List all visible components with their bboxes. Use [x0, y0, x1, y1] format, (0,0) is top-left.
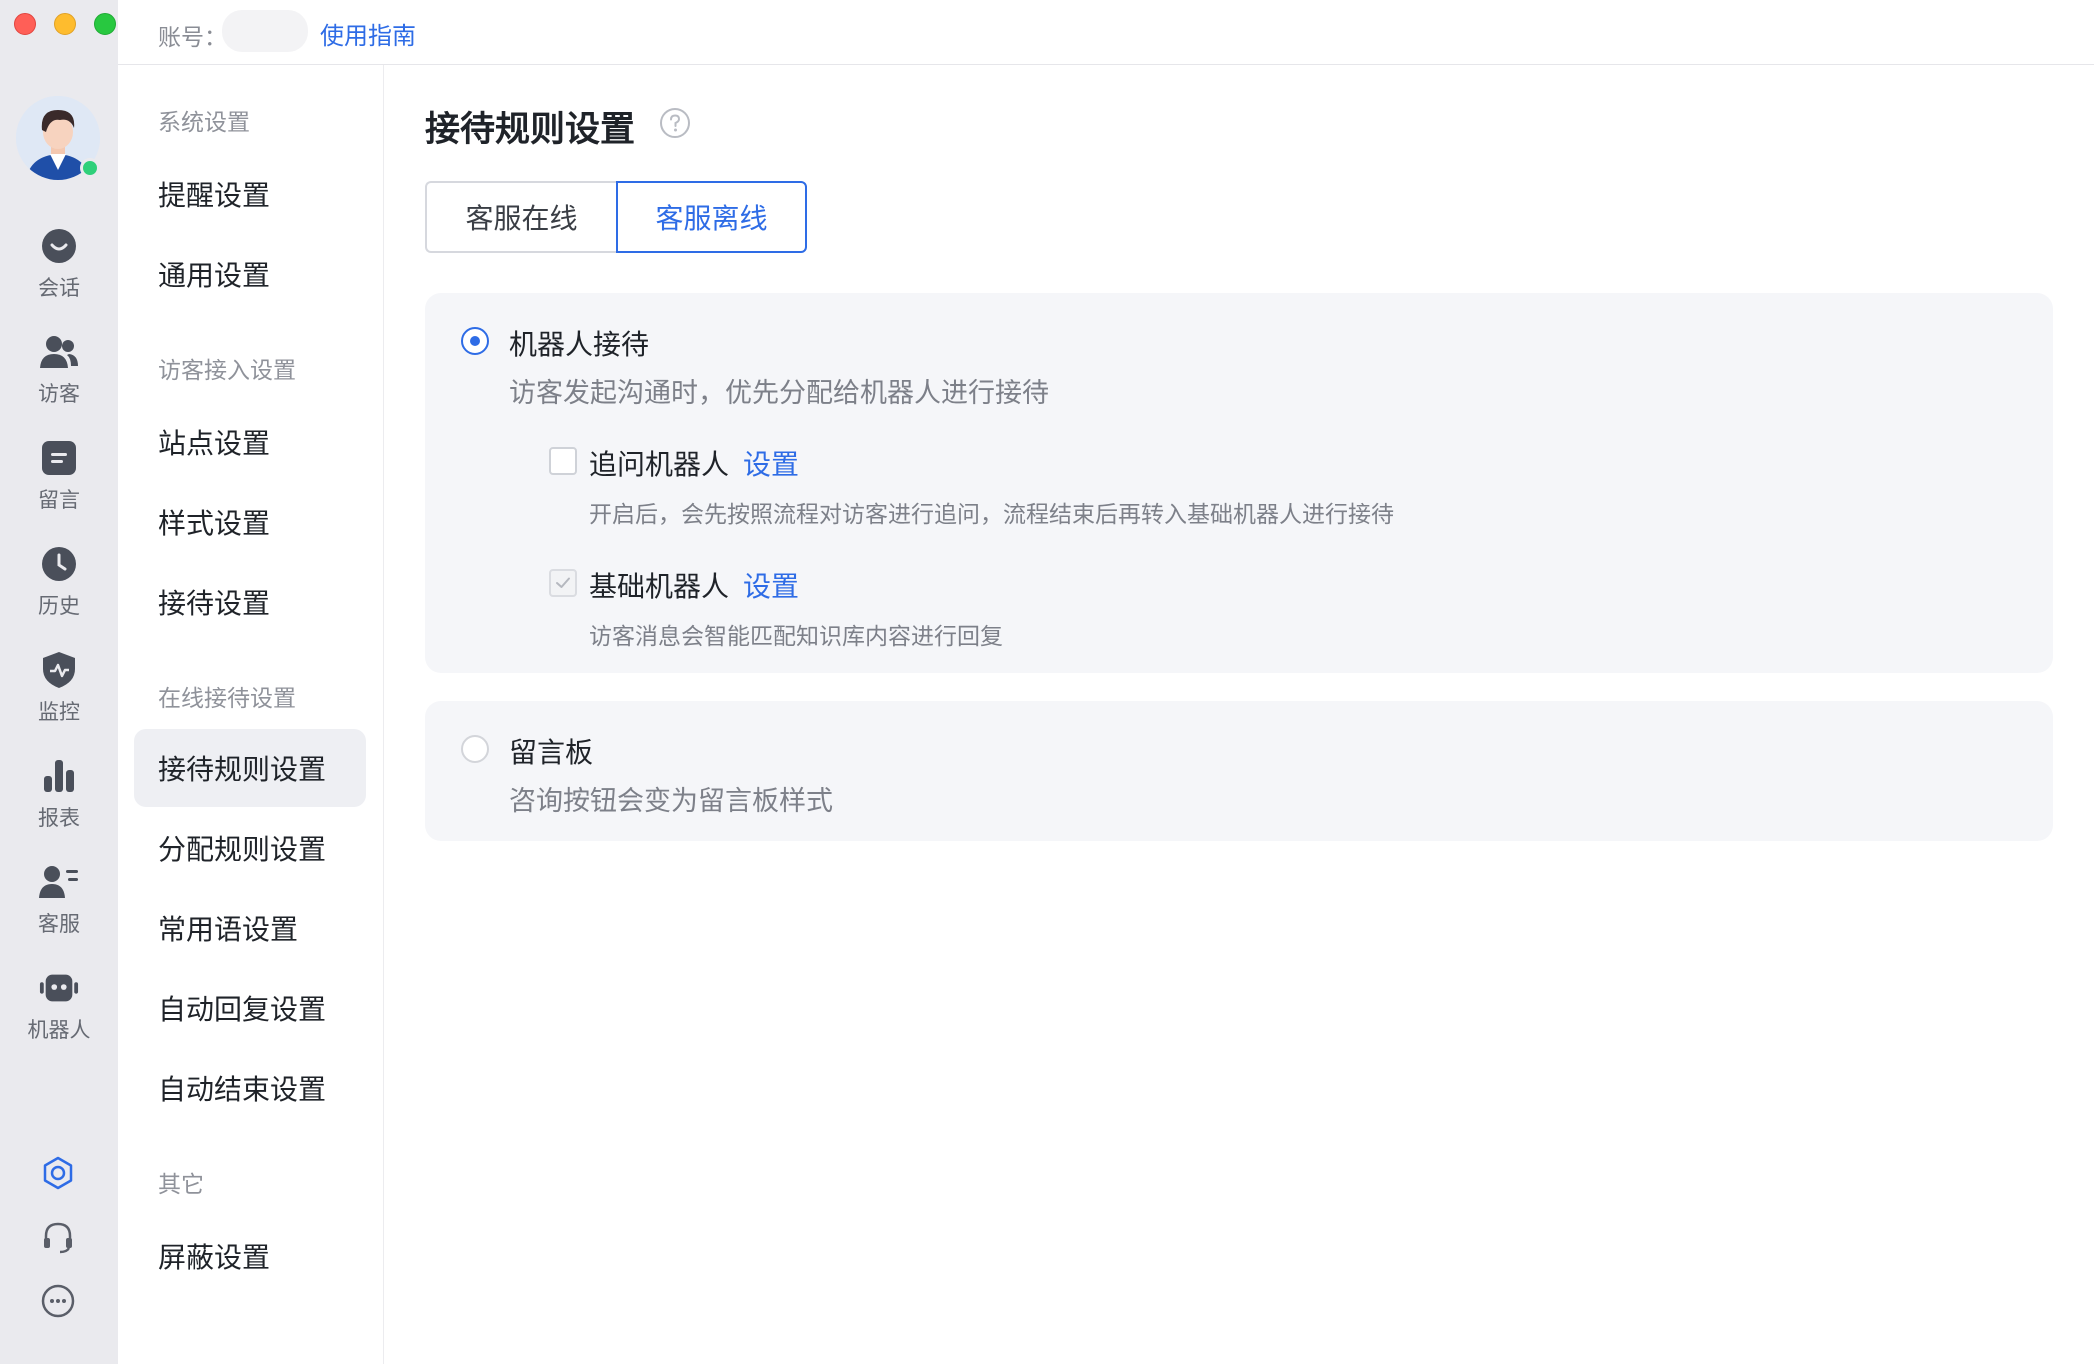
nav-item-general[interactable]: 通用设置 [134, 235, 366, 313]
rail-item-label: 历史 [38, 595, 80, 618]
rail-item-history[interactable]: 历史 [0, 540, 118, 636]
window-minimize-button[interactable] [54, 13, 76, 35]
rail-item-label: 留言 [38, 489, 80, 512]
user-guide-link[interactable]: 使用指南 [320, 16, 416, 51]
more-dots-icon[interactable] [37, 1280, 79, 1322]
rail-item-chat[interactable]: 会话 [0, 222, 118, 318]
robot-reception-radio[interactable] [461, 327, 489, 355]
nav-item-block[interactable]: 屏蔽设置 [134, 1217, 366, 1295]
rail-item-label: 会话 [38, 277, 80, 300]
option-card-robot: 机器人接待 访客发起沟通时，优先分配给机器人进行接待 追问机器人 设置 开启后，… [425, 293, 2053, 673]
account-value-masked [222, 10, 308, 52]
page-title: 接待规则设置 [425, 110, 636, 149]
account-label: 账号： [158, 24, 227, 50]
rail-item-robot[interactable]: 机器人 [0, 964, 118, 1060]
checkmark-icon [556, 577, 570, 588]
settings-nav: 系统设置 提醒设置 通用设置 访客接入设置 站点设置 样式设置 接待设置 在线接… [118, 65, 384, 1364]
message-board-radio[interactable] [461, 735, 489, 763]
nav-item-site[interactable]: 站点设置 [134, 403, 366, 481]
option-title: 机器人接待 [509, 329, 650, 360]
nav-item-reception[interactable]: 接待设置 [134, 563, 366, 641]
follow-up-robot-checkbox[interactable] [549, 447, 577, 475]
rail-item-label: 报表 [38, 807, 80, 830]
sub-option-title: 基础机器人 [589, 571, 730, 602]
basic-robot-settings-link[interactable]: 设置 [743, 565, 799, 605]
nav-section-other: 其它 [158, 1171, 204, 1197]
online-status-dot [80, 158, 100, 178]
tab-agent-online[interactable]: 客服在线 [425, 181, 616, 253]
rail-item-messages[interactable]: 留言 [0, 434, 118, 530]
rail-item-reports[interactable]: 报表 [0, 752, 118, 848]
main-content: 接待规则设置 客服在线 客服离线 机器人接待 访客发起沟通时，优先分配给机器人进… [385, 65, 2094, 1364]
sub-option-title: 追问机器人 [589, 449, 730, 480]
option-title: 留言板 [509, 737, 594, 768]
rail-item-label: 机器人 [27, 1019, 91, 1042]
follow-up-robot-settings-link[interactable]: 设置 [743, 443, 799, 483]
nav-section-visitor-access: 访客接入设置 [158, 357, 296, 383]
nav-section-online-reception: 在线接待设置 [158, 685, 296, 711]
window-maximize-button[interactable] [94, 13, 116, 35]
message-note-icon [39, 438, 79, 478]
nav-item-assignment-rules[interactable]: 分配规则设置 [134, 809, 366, 887]
rail-item-label: 客服 [38, 913, 80, 936]
rail-item-monitor[interactable]: 监控 [0, 646, 118, 742]
sub-option-description: 开启后，会先按照流程对访客进行追问，流程结束后再转入基础机器人进行接待 [589, 501, 1394, 527]
app-window: 会话 访客 留言 历史 监控 报表 客服 机器人 账号： 使用指南 系统设置 提… [0, 0, 2094, 1364]
rail-item-label: 监控 [38, 701, 80, 724]
robot-icon [39, 968, 79, 1008]
rail-item-agents[interactable]: 客服 [0, 858, 118, 954]
clock-icon [39, 544, 79, 584]
option-description: 咨询按钮会变为留言板样式 [509, 786, 833, 816]
bar-chart-icon [39, 756, 79, 796]
sub-option-description: 访客消息会智能匹配知识库内容进行回复 [589, 623, 1003, 649]
nav-section-system: 系统设置 [158, 109, 250, 135]
nav-item-reception-rules[interactable]: 接待规则设置 [134, 729, 366, 807]
nav-item-common-phrases[interactable]: 常用语设置 [134, 889, 366, 967]
top-bar: 账号： 使用指南 [118, 0, 2094, 65]
status-tabs: 客服在线 客服离线 [425, 181, 807, 253]
question-circle-icon[interactable] [659, 107, 691, 139]
rail-item-label: 访客 [38, 383, 80, 406]
chat-bubble-icon [39, 226, 79, 266]
option-description: 访客发起沟通时，优先分配给机器人进行接待 [509, 378, 1049, 408]
tab-agent-offline[interactable]: 客服离线 [616, 181, 807, 253]
rail-item-visitors[interactable]: 访客 [0, 328, 118, 424]
nav-item-auto-reply[interactable]: 自动回复设置 [134, 969, 366, 1047]
visitors-icon [39, 332, 79, 372]
settings-ring-icon[interactable] [37, 1152, 79, 1194]
basic-robot-checkbox[interactable] [549, 569, 577, 597]
headset-icon[interactable] [37, 1216, 79, 1258]
nav-item-reminder[interactable]: 提醒设置 [134, 155, 366, 233]
nav-item-auto-end[interactable]: 自动结束设置 [134, 1049, 366, 1127]
left-rail: 会话 访客 留言 历史 监控 报表 客服 机器人 [0, 0, 118, 1364]
window-close-button[interactable] [14, 13, 36, 35]
shield-monitor-icon [39, 650, 79, 690]
agent-list-icon [39, 862, 79, 902]
nav-item-style[interactable]: 样式设置 [134, 483, 366, 561]
option-card-message-board: 留言板 咨询按钮会变为留言板样式 [425, 701, 2053, 841]
